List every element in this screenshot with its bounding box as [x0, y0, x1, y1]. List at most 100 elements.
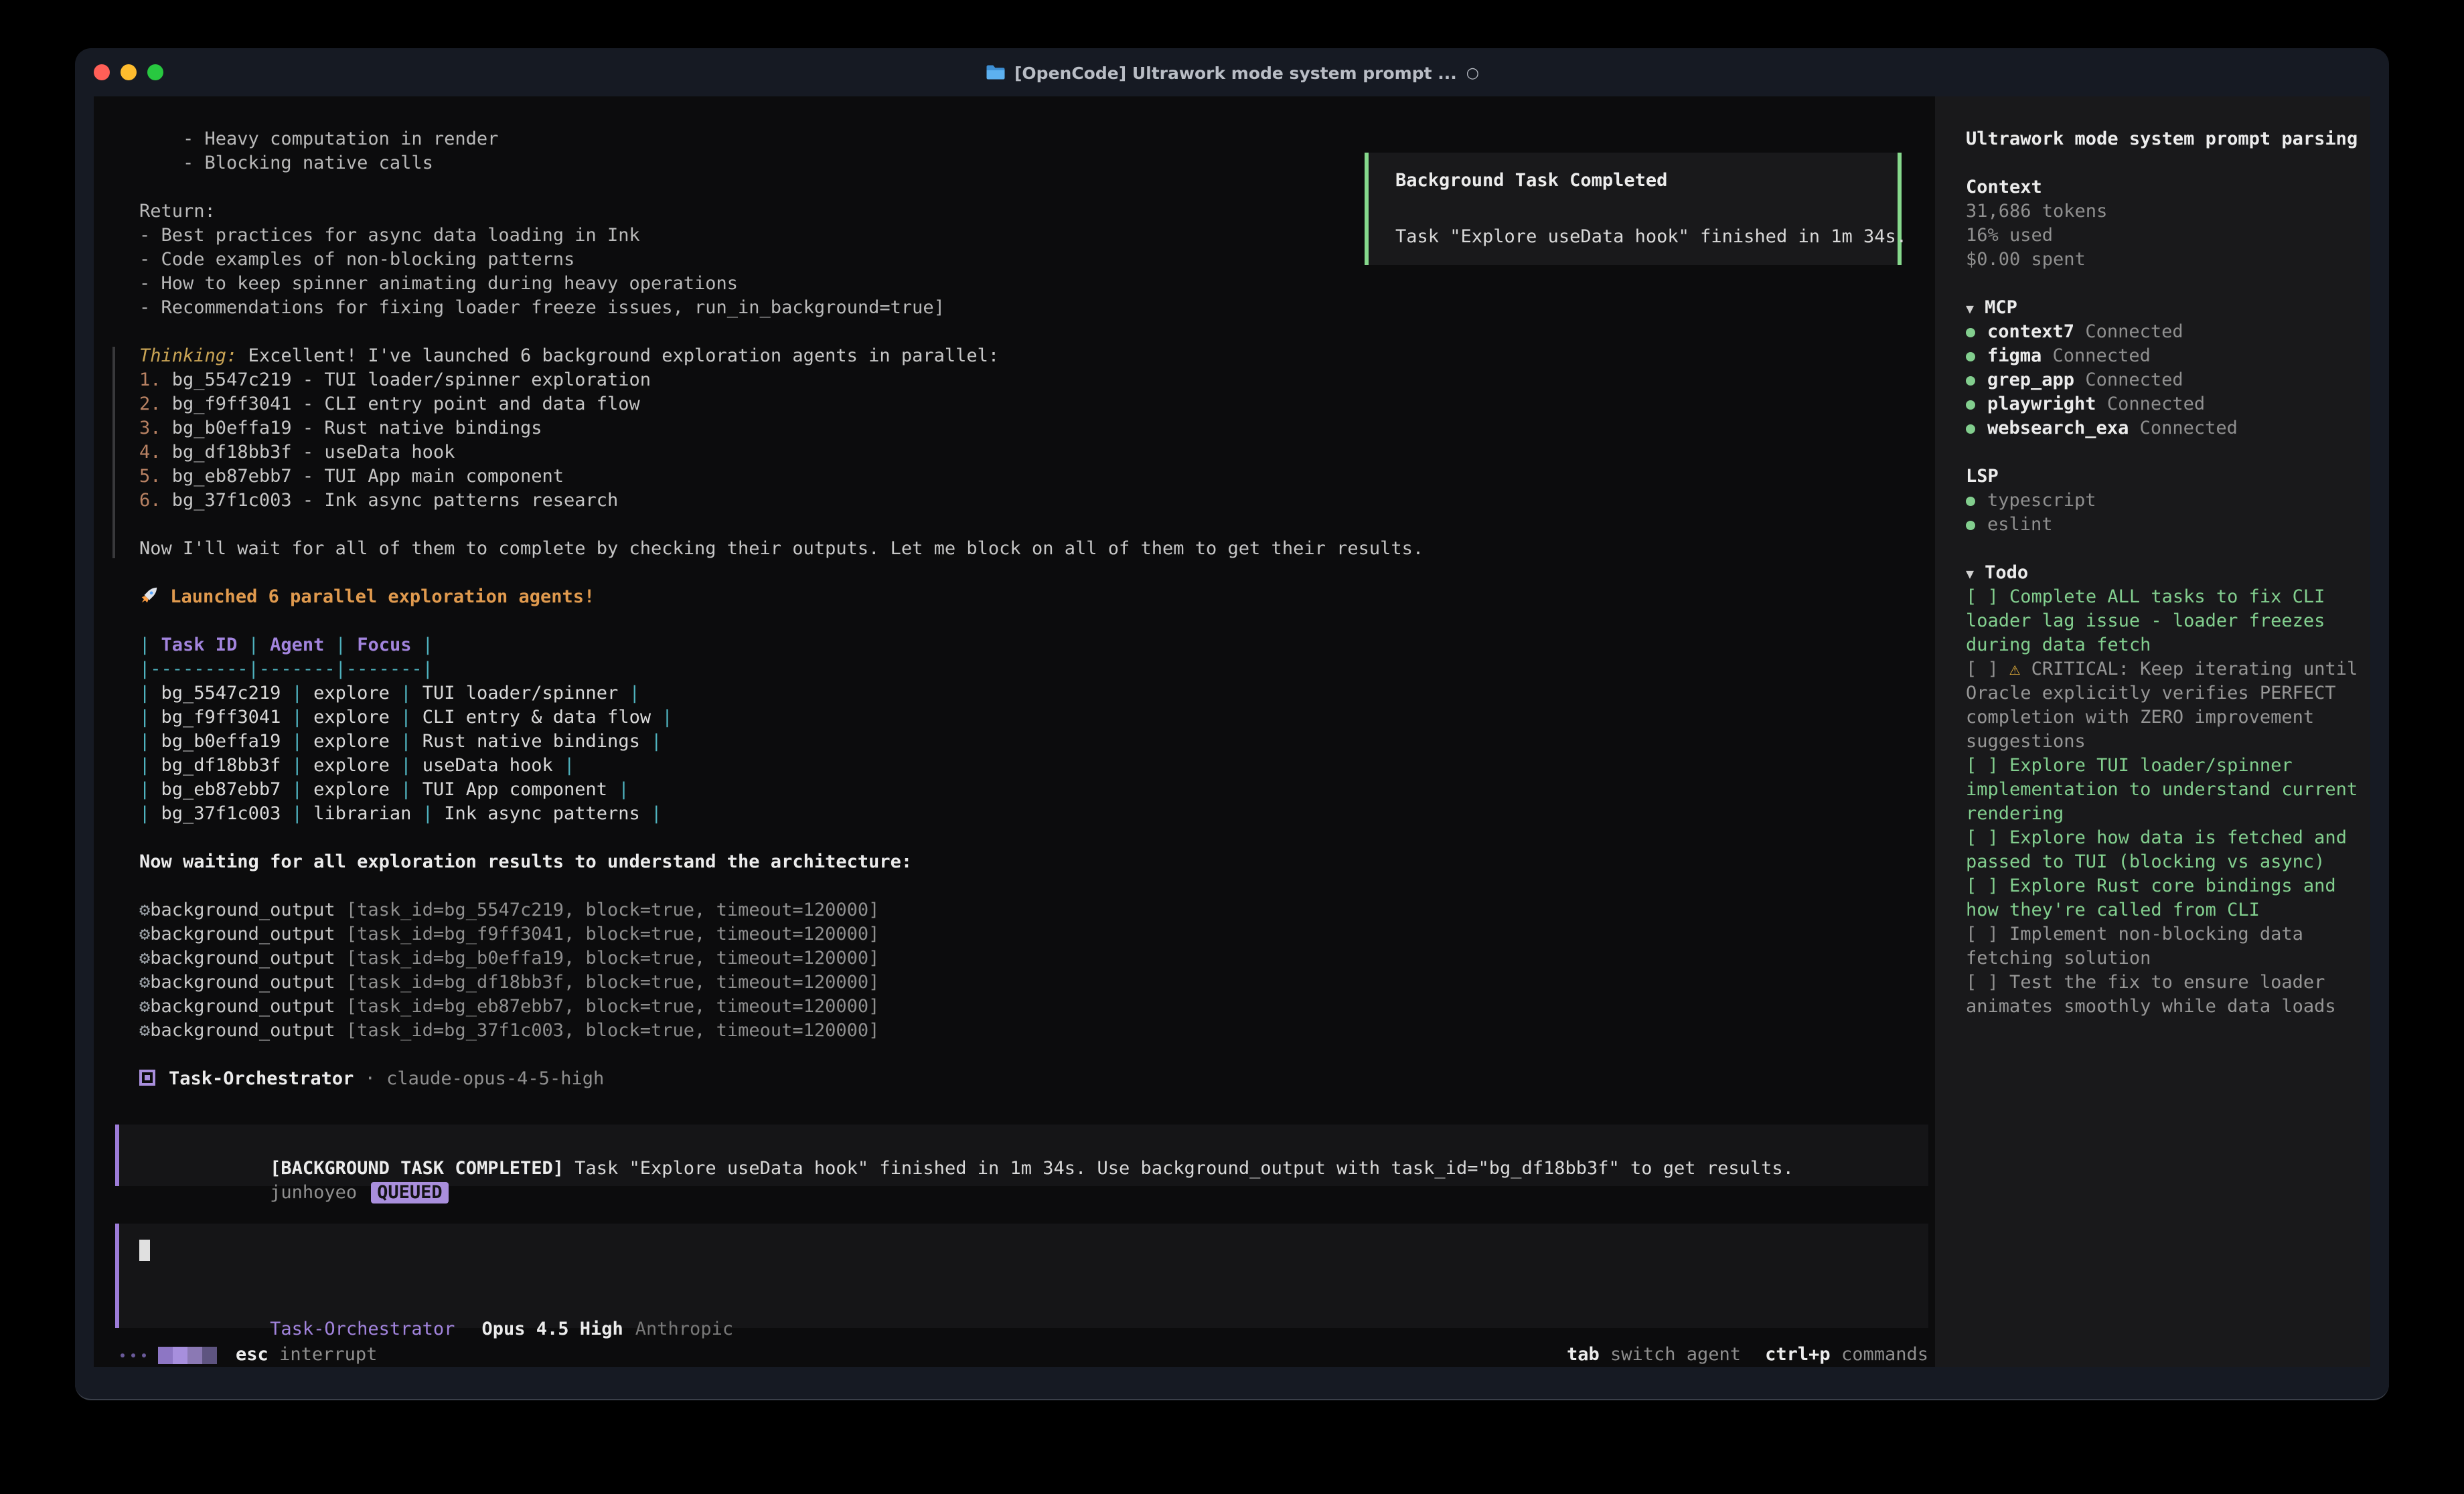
- context-line: - Heavy computation in render: [139, 127, 1935, 151]
- blank-line: [139, 874, 1935, 898]
- thinking-line: Now I'll wait for all of them to complet…: [139, 537, 1935, 561]
- todo-item: [ ] Complete ALL tasks to fix CLI loader…: [1966, 585, 2360, 657]
- blank-line: [139, 826, 1935, 850]
- tool-call-line: ⚙background_output [task_id=bg_eb87ebb7,…: [139, 995, 1935, 1019]
- statusbar-right: tab switch agent ctrl+p commands: [1567, 1343, 1928, 1367]
- tool-call-line: ⚙background_output [task_id=bg_5547c219,…: [139, 898, 1935, 922]
- blank-line: [139, 513, 1935, 537]
- connected-dot-icon: [1966, 400, 1975, 410]
- toast-title: Background Task Completed: [1395, 169, 1898, 193]
- mcp-section-header[interactable]: ▼MCP: [1966, 296, 2370, 320]
- desktop: [OpenCode] Ultrawork mode system prompt …: [0, 0, 2464, 1494]
- mcp-item: context7 Connected: [1966, 320, 2370, 344]
- rocket-icon: [139, 585, 159, 605]
- sidebar-footer: OpenCode 1.0.152: [1966, 1343, 2270, 1367]
- blank-line: [1966, 272, 2370, 296]
- blank-line: [139, 561, 1935, 585]
- message-user: junhoyeo: [270, 1182, 357, 1204]
- esc-key: esc: [236, 1343, 268, 1367]
- chat-transcript-pane[interactable]: - Heavy computation in render - Blocking…: [94, 96, 1935, 1367]
- connected-dot-icon: [1966, 424, 1975, 434]
- window-title: [OpenCode] Ultrawork mode system prompt …: [75, 62, 2389, 82]
- background-task-message: [BACKGROUND TASK COMPLETED] Task "Explor…: [115, 1125, 1928, 1186]
- table-row: | bg_37f1c003 | librarian | Ink async pa…: [139, 802, 1935, 826]
- lsp-heading: LSP: [1966, 465, 2370, 489]
- connected-dot-icon: [1966, 376, 1975, 386]
- connected-dot-icon: [1966, 352, 1975, 361]
- thinking-block: Thinking: Excellent! I've launched 6 bac…: [139, 344, 1935, 561]
- mcp-item: websearch_exa Connected: [1966, 416, 2370, 440]
- gear-icon: ⚙: [139, 972, 150, 993]
- todo-item: [ ] Test the fix to ensure loader animat…: [1966, 971, 2360, 1019]
- notification-toast: Background Task Completed Task "Explore …: [1365, 153, 1902, 265]
- spinner-dot: [121, 1353, 125, 1357]
- text-cursor: [139, 1240, 150, 1261]
- todo-item: [ ] Implement non-blocking data fetching…: [1966, 922, 2360, 971]
- tab-label: switch agent: [1610, 1344, 1741, 1365]
- thinking-line: Thinking: Excellent! I've launched 6 bac…: [139, 344, 1935, 368]
- tool-call-line: ⚙background_output [task_id=bg_f9ff3041,…: [139, 922, 1935, 946]
- lsp-item: eslint: [1966, 513, 2370, 537]
- mcp-item: grep_app Connected: [1966, 368, 2370, 392]
- thinking-line: 5. bg_eb87ebb7 - TUI App main component: [139, 465, 1935, 489]
- blank-line: [139, 609, 1935, 633]
- terminal-content: - Heavy computation in render - Blocking…: [94, 96, 2370, 1367]
- todo-section-header[interactable]: ▼Todo: [1966, 561, 2370, 585]
- gear-icon: ⚙: [139, 900, 150, 921]
- composer-provider: Anthropic: [635, 1319, 733, 1340]
- context-stat: $0.00 spent: [1966, 248, 2370, 272]
- zoom-button[interactable]: [147, 64, 163, 80]
- lsp-item: typescript: [1966, 489, 2370, 513]
- progress-spinner-icon: [158, 1346, 217, 1363]
- tool-call-line: ⚙background_output [task_id=bg_b0effa19,…: [139, 946, 1935, 971]
- context-heading: Context: [1966, 175, 2370, 199]
- blank-line: [1966, 440, 2370, 465]
- tool-call-line: ⚙background_output [task_id=bg_df18bb3f,…: [139, 971, 1935, 995]
- message-prefix: [BACKGROUND TASK COMPLETED]: [270, 1158, 564, 1179]
- mcp-item: figma Connected: [1966, 344, 2370, 368]
- thinking-line: 2. bg_f9ff3041 - CLI entry point and dat…: [139, 392, 1935, 416]
- composer-agent[interactable]: Task-Orchestrator: [270, 1319, 455, 1340]
- traffic-lights: [94, 48, 163, 96]
- minimize-button[interactable]: [121, 64, 137, 80]
- window-titlebar[interactable]: [OpenCode] Ultrawork mode system prompt …: [75, 48, 2389, 96]
- table-header-row: | Task ID | Agent | Focus |: [139, 633, 1935, 657]
- status-badge: QUEUED: [370, 1182, 449, 1204]
- thinking-line: 3. bg_b0effa19 - Rust native bindings: [139, 416, 1935, 440]
- warning-icon: ⚠: [2009, 659, 2031, 680]
- table-row: | bg_5547c219 | explore | TUI loader/spi…: [139, 681, 1935, 706]
- statusbar-left: esc interrupt: [121, 1343, 377, 1367]
- window-status-icon: ○: [1466, 64, 1479, 81]
- window-title-text: [OpenCode] Ultrawork mode system prompt …: [1014, 62, 1457, 82]
- close-button[interactable]: [94, 64, 110, 80]
- sidebar-title: Ultrawork mode system prompt parsing: [1966, 127, 2370, 151]
- composer[interactable]: Task-OrchestratorOpus 4.5 HighAnthropic: [115, 1224, 1928, 1328]
- thinking-line: 1. bg_5547c219 - TUI loader/spinner expl…: [139, 368, 1935, 392]
- composer-model[interactable]: Opus 4.5 High: [481, 1319, 623, 1340]
- todo-item: [ ] Explore Rust core bindings and how t…: [1966, 874, 2360, 922]
- ctrlp-key: ctrl+p: [1765, 1344, 1831, 1365]
- table-row: | bg_f9ff3041 | explore | CLI entry & da…: [139, 706, 1935, 730]
- agent-footer: Task-Orchestrator · claude-opus-4-5-high: [139, 1067, 1935, 1091]
- todo-item: [ ] Explore TUI loader/spinner implement…: [1966, 754, 2360, 826]
- message-body: Task "Explore useData hook" finished in …: [564, 1158, 1794, 1179]
- spinner-dot: [131, 1353, 135, 1357]
- composer-model-line: Task-OrchestratorOpus 4.5 HighAnthropic: [139, 1293, 733, 1317]
- toast-body: Task "Explore useData hook" finished in …: [1395, 225, 1898, 249]
- waiting-line: Now waiting for all exploration results …: [139, 850, 1935, 874]
- context-line: - How to keep spinner animating during h…: [139, 272, 1935, 296]
- ctrlp-label: commands: [1841, 1344, 1928, 1365]
- blank-line: [1966, 151, 2370, 175]
- agent-icon: [139, 1070, 155, 1086]
- tab-key: tab: [1567, 1344, 1600, 1365]
- table-row: | bg_b0effa19 | explore | Rust native bi…: [139, 730, 1935, 754]
- thinking-line: 6. bg_37f1c003 - Ink async patterns rese…: [139, 489, 1935, 513]
- blank-line: [139, 1043, 1935, 1067]
- gear-icon: ⚙: [139, 1020, 150, 1042]
- terminal-window: [OpenCode] Ultrawork mode system prompt …: [75, 48, 2389, 1400]
- context-stat: 16% used: [1966, 224, 2370, 248]
- folder-icon: [985, 64, 1005, 80]
- esc-label: interrupt: [279, 1343, 377, 1367]
- statusbar: esc interrupt tab switch agent ctrl+p co…: [94, 1343, 1935, 1367]
- thinking-line: 4. bg_df18bb3f - useData hook: [139, 440, 1935, 465]
